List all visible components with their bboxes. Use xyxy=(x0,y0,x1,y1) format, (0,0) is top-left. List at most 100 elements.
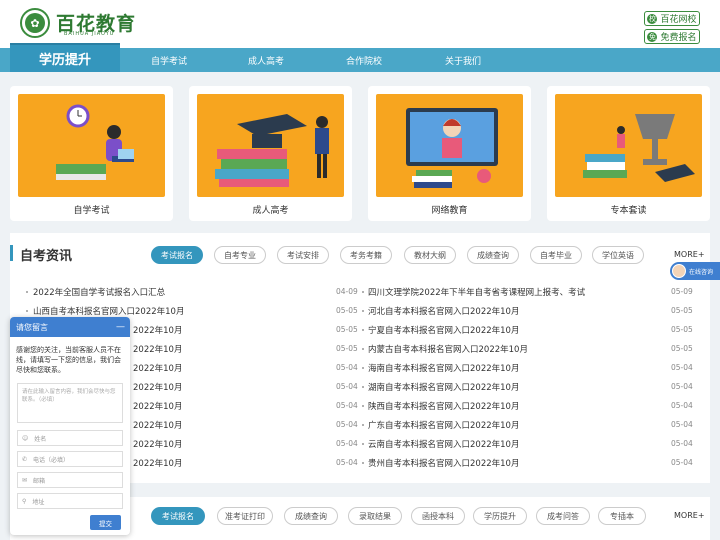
school-icon: 校 xyxy=(647,13,658,24)
news-date: 05-05 xyxy=(671,325,693,334)
tab-scores[interactable]: 成绩查询 xyxy=(467,246,519,264)
bullet xyxy=(26,310,28,312)
section-title: 自考资讯 xyxy=(20,249,73,264)
news-link[interactable]: 内蒙古自考本科报名官网入口2022年10月 xyxy=(368,343,528,355)
news-link[interactable]: 云南自考本科报名官网入口2022年10月 xyxy=(368,438,519,450)
news-link[interactable]: 2022年10月 xyxy=(133,343,182,355)
online-consult-badge[interactable]: 在线咨询 xyxy=(670,262,720,280)
tab-admission-ticket[interactable]: 准考证打印 xyxy=(217,507,273,525)
leave-message-widget: 请您留言 — 感谢您的关注，当前客服人员不在线，请填写一下您的信息，我们会尽快和… xyxy=(10,317,130,535)
card-label: 专本套读 xyxy=(610,206,647,216)
chat-header[interactable]: 请您留言 xyxy=(10,317,130,337)
address-field[interactable]: ⚲ 地址 xyxy=(17,493,123,509)
tab-degree-upgrade[interactable]: 学历提升 xyxy=(473,507,527,525)
self-study-illustration xyxy=(18,94,165,197)
news-date: 05-04 xyxy=(336,363,358,372)
news-link[interactable]: 2022年10月 xyxy=(133,400,182,412)
card-online-education[interactable]: 网络教育 xyxy=(368,86,531,221)
news-link[interactable]: 贵州自考本科报名官网入口2022年10月 xyxy=(368,457,519,469)
tab-degree-english[interactable]: 学位英语 xyxy=(592,246,644,264)
card-label: 成人高考 xyxy=(252,206,289,216)
tab-admission-results[interactable]: 录取结果 xyxy=(348,507,402,525)
news-date: 05-04 xyxy=(671,401,693,410)
message-textarea[interactable]: 请在此输入留言内容，我们会尽快与您联系。（必填） xyxy=(17,383,123,423)
news-link[interactable]: 宁夏自考本科报名官网入口2022年10月 xyxy=(368,324,519,336)
minimize-icon[interactable]: — xyxy=(116,322,125,332)
brand-subtitle: BAIHUA JIAOYU xyxy=(64,31,115,37)
news-link[interactable]: 2022年10月 xyxy=(133,419,182,431)
news-date: 05-04 xyxy=(336,458,358,467)
free-signup-button[interactable]: 免免费报名 xyxy=(644,29,700,44)
nav-item-self-study[interactable]: 自学考试 xyxy=(134,48,204,72)
tab-majors[interactable]: 自考专业 xyxy=(214,246,266,264)
news-date: 05-04 xyxy=(336,420,358,429)
news-date: 05-05 xyxy=(671,306,693,315)
bullet xyxy=(26,291,28,293)
news-date: 05-04 xyxy=(336,401,358,410)
news-link[interactable]: 2022年10月 xyxy=(133,324,182,336)
tab-textbooks[interactable]: 教材大纲 xyxy=(404,246,456,264)
more-link[interactable]: MORE+ xyxy=(674,511,705,520)
nav-item-adult-exam[interactable]: 成人高考 xyxy=(231,48,301,72)
news-link[interactable]: 2022年全国自学考试报名入口汇总 xyxy=(33,286,165,298)
nav-item-about[interactable]: 关于我们 xyxy=(428,48,498,72)
online-school-button[interactable]: 校百花网校 xyxy=(644,11,700,26)
card-label: 自学考试 xyxy=(73,206,110,216)
bullet xyxy=(362,291,364,293)
tab-schedule[interactable]: 考试安排 xyxy=(277,246,329,264)
section-title-accent xyxy=(10,245,13,261)
card-combined-degree[interactable]: 专本套读 xyxy=(547,86,710,221)
bullet xyxy=(362,443,364,445)
tab-exam-qa[interactable]: 成考问答 xyxy=(536,507,590,525)
news-link[interactable]: 2022年10月 xyxy=(133,362,182,374)
tab-exam-signup[interactable]: 考试报名 xyxy=(151,507,205,525)
news-date: 05-05 xyxy=(671,344,693,353)
news-date: 05-04 xyxy=(671,382,693,391)
tab-scores[interactable]: 成绩查询 xyxy=(284,507,338,525)
news-link[interactable]: 河北自考本科报名官网入口2022年10月 xyxy=(368,305,519,317)
bullet xyxy=(362,424,364,426)
news-link[interactable]: 2022年10月 xyxy=(133,381,182,393)
bullet xyxy=(362,310,364,312)
card-label: 网络教育 xyxy=(431,206,468,216)
news-date: 05-09 xyxy=(671,287,693,296)
nav-item-active[interactable]: 学历提升 xyxy=(10,43,120,72)
tab-graduation[interactable]: 自考毕业 xyxy=(530,246,582,264)
news-link[interactable]: 陕西自考本科报名官网入口2022年10月 xyxy=(368,400,519,412)
nav-item-partner-schools[interactable]: 合作院校 xyxy=(329,48,399,72)
bullet xyxy=(362,462,364,464)
flower-logo-icon[interactable]: ✿ xyxy=(20,8,50,38)
person-icon: ☺ xyxy=(22,434,29,442)
card-self-study[interactable]: 自学考试 xyxy=(10,86,173,221)
news-link[interactable]: 湖南自考本科报名官网入口2022年10月 xyxy=(368,381,519,393)
news-link[interactable]: 海南自考本科报名官网入口2022年10月 xyxy=(368,362,519,374)
news-link[interactable]: 2022年10月 xyxy=(133,457,182,469)
news-date: 05-05 xyxy=(336,306,358,315)
more-link[interactable]: MORE+ xyxy=(674,250,705,259)
email-field[interactable]: ✉ 邮箱 xyxy=(17,472,123,488)
news-link[interactable]: 山西自考本科报名官网入口2022年10月 xyxy=(33,305,184,317)
signup-icon: 免 xyxy=(647,31,658,42)
adult-exam-illustration xyxy=(197,94,344,197)
chat-message: 感谢您的关注，当前客服人员不在线，请填写一下您的信息，我们会尽快和您联系。 xyxy=(16,346,121,374)
tab-exam-signup[interactable]: 考试报名 xyxy=(151,246,203,264)
card-adult-exam[interactable]: 成人高考 xyxy=(189,86,352,221)
news-link[interactable]: 2022年10月 xyxy=(133,438,182,450)
combined-degree-illustration xyxy=(555,94,702,197)
news-link[interactable]: 广东自考本科报名官网入口2022年10月 xyxy=(368,419,519,431)
phone-field[interactable]: ✆ 电话（必填） xyxy=(17,451,123,467)
name-field[interactable]: ☺ 姓名 xyxy=(17,430,123,446)
news-date: 05-04 xyxy=(671,439,693,448)
bullet xyxy=(362,329,364,331)
tab-correspondence-bachelor[interactable]: 函授本科 xyxy=(411,507,465,525)
bullet xyxy=(362,367,364,369)
bullet xyxy=(362,386,364,388)
news-link[interactable]: 四川文理学院2022年下半年自考省考课程网上报考、考试 xyxy=(368,286,585,298)
tab-exam-records[interactable]: 考务考籍 xyxy=(340,246,392,264)
news-date: 05-04 xyxy=(671,363,693,372)
submit-button[interactable]: 提交 xyxy=(90,515,121,530)
tab-upgrade-bachelor[interactable]: 专插本 xyxy=(598,507,646,525)
mail-icon: ✉ xyxy=(22,476,28,484)
news-date: 05-05 xyxy=(336,344,358,353)
news-date: 05-04 xyxy=(336,382,358,391)
